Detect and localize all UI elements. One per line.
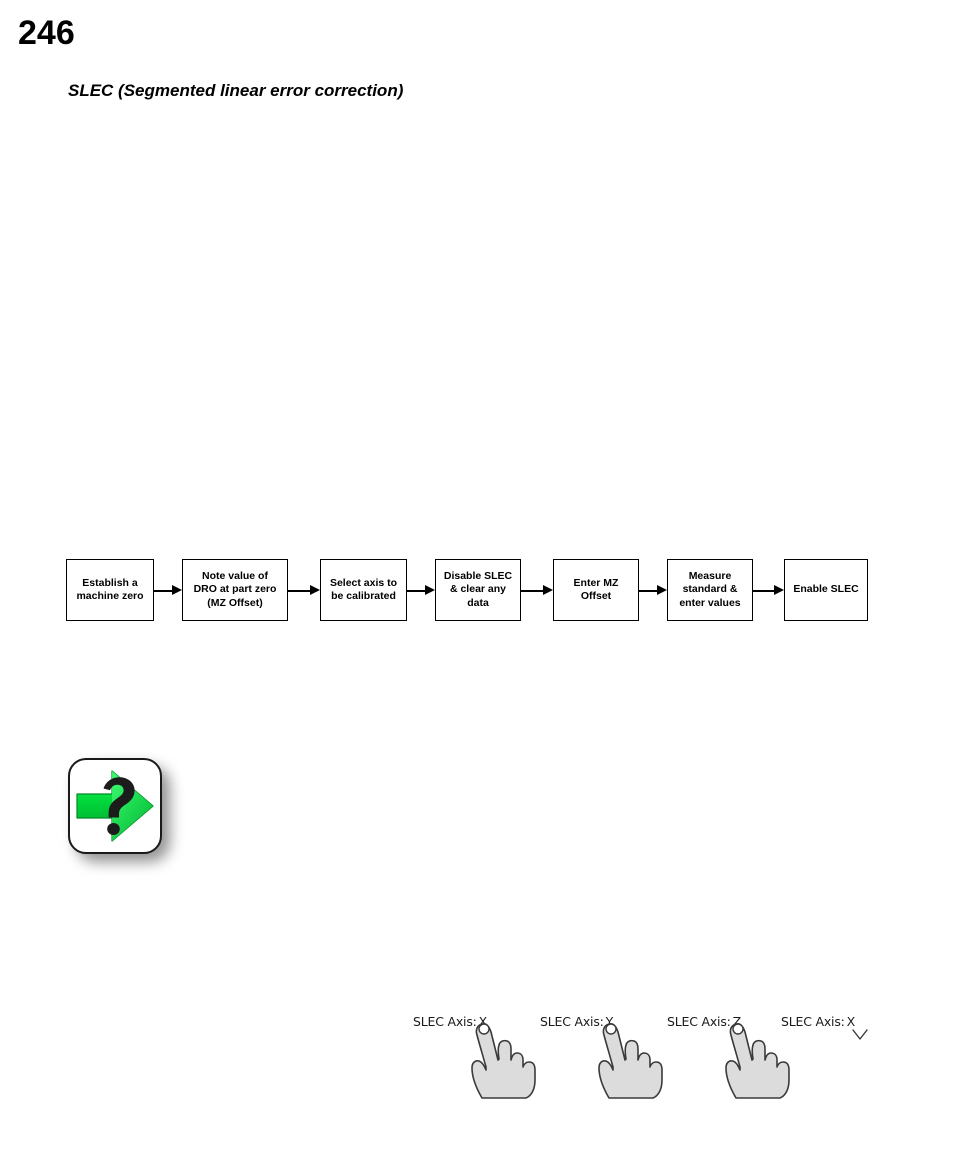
flow-step-label: Establish a machine zero	[76, 576, 144, 603]
arrow-shaft	[753, 589, 774, 592]
arrow-question-glyph	[76, 770, 154, 842]
arrow-head-icon	[657, 585, 667, 595]
slec-procedure-flowchart: Establish a machine zero Note value of DR…	[0, 555, 954, 627]
flow-connector-arrow-1	[154, 585, 182, 596]
slec-axis-selection-row: SLEC Axis: X SLEC Axis: Y SLEC Axis: Z SLEC…	[0, 1008, 954, 1108]
flow-step-5: Enter MZ Offset	[553, 559, 639, 621]
flow-step-label: Select axis to be calibrated	[329, 576, 398, 603]
arrow-head-icon	[172, 585, 182, 595]
arrow-head-icon	[543, 585, 553, 595]
flow-step-label: Enable SLEC	[793, 583, 859, 596]
flow-step-1: Establish a machine zero	[66, 559, 154, 621]
flow-connector-arrow-2	[288, 585, 320, 596]
flow-step-label: Enter MZ Offset	[573, 576, 619, 603]
flow-step-3: Select axis to be calibrated	[320, 559, 407, 621]
pointing-hand-cursor-icon	[592, 1020, 674, 1105]
pointing-hand-cursor-icon	[465, 1020, 547, 1105]
flow-connector-arrow-5	[639, 585, 667, 596]
flow-step-4: Disable SLEC & clear any data	[435, 559, 521, 621]
flow-step-6: Measure standard & enter values	[667, 559, 753, 621]
green-arrow-question-icon[interactable]	[66, 756, 178, 868]
flow-step-label: Note value of DRO at part zero (MZ Offse…	[193, 569, 277, 609]
flow-connector-arrow-3	[407, 585, 435, 596]
pointing-hand-cursor-icon	[719, 1020, 801, 1105]
arrow-head-icon	[425, 585, 435, 595]
flow-step-label: Disable SLEC & clear any data	[443, 569, 513, 609]
flow-connector-arrow-4	[521, 585, 553, 596]
flow-step-label: Measure standard & enter values	[679, 569, 741, 609]
axis-label-prefix: SLEC Axis:	[781, 1014, 845, 1029]
arrow-shaft	[407, 589, 425, 592]
arrow-head-icon	[310, 585, 320, 595]
axis-value: X	[846, 1014, 856, 1029]
arrow-shaft	[639, 589, 657, 592]
page-number: 246	[18, 14, 75, 52]
flow-step-2: Note value of DRO at part zero (MZ Offse…	[182, 559, 288, 621]
caret-down-icon	[851, 1028, 869, 1047]
arrow-shaft	[288, 589, 310, 592]
arrow-shaft	[154, 589, 172, 592]
flow-step-7: Enable SLEC	[784, 559, 868, 621]
flow-connector-arrow-6	[753, 585, 784, 596]
axis-label: SLEC Axis: X	[781, 1014, 855, 1029]
section-title: SLEC (Segmented linear error correction)	[68, 81, 404, 100]
arrow-head-icon	[774, 585, 784, 595]
arrow-shaft	[521, 589, 543, 592]
